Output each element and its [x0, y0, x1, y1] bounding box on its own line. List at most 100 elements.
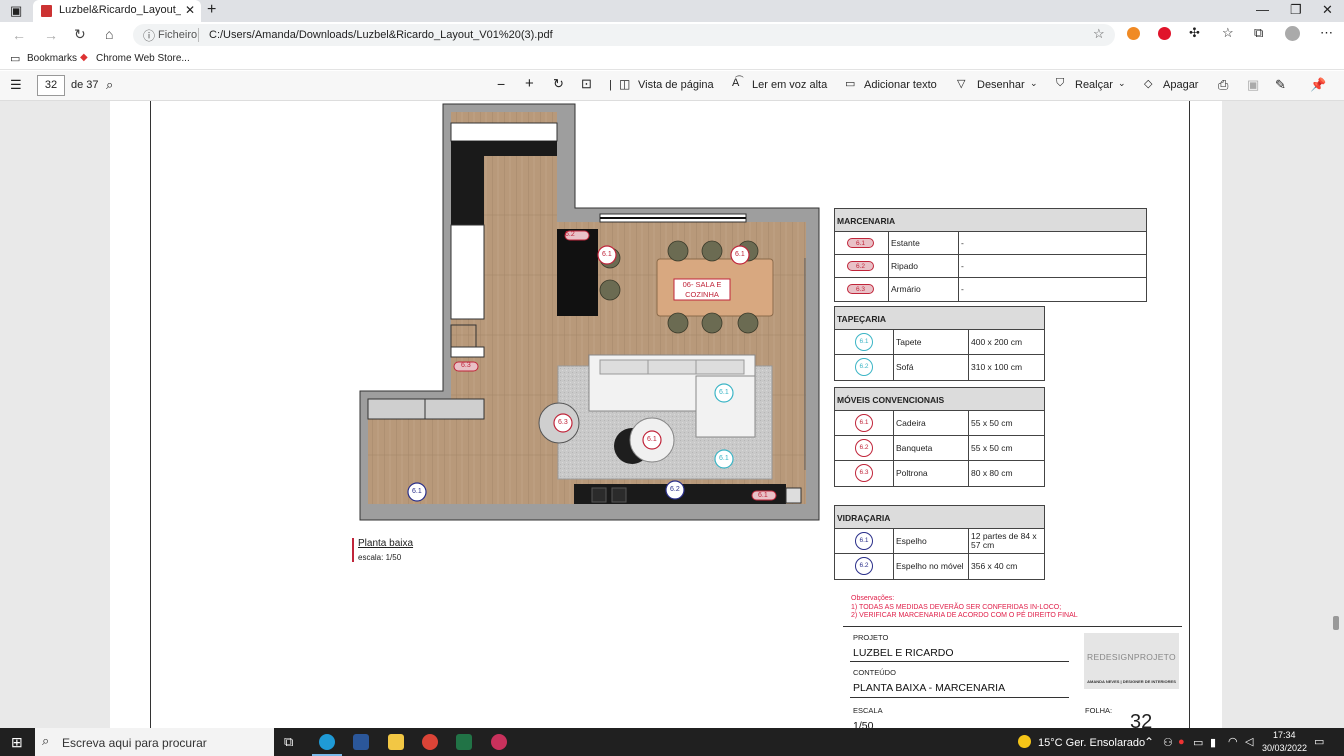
- url-text[interactable]: C:/Users/Amanda/Downloads/Luzbel&Ricardo…: [209, 29, 553, 41]
- cell-name: Ripado: [888, 255, 958, 277]
- profile-avatar[interactable]: [1285, 26, 1300, 41]
- page-frame-right: [1189, 101, 1190, 728]
- notifications-icon[interactable]: ▭: [1314, 735, 1324, 748]
- wifi-icon[interactable]: ◠: [1228, 735, 1238, 748]
- weather-text[interactable]: 15°C Ger. Ensolarado: [1038, 737, 1145, 749]
- save-as-icon[interactable]: ✎: [1275, 77, 1286, 93]
- volume-icon[interactable]: ◁: [1245, 735, 1253, 748]
- add-text-icon: ▭: [845, 78, 856, 90]
- tag-espelho-6-1: 6.1: [412, 488, 422, 495]
- highlight-chevron-icon[interactable]: ⌄: [1118, 78, 1126, 89]
- table-row: 6.3 Armário -: [835, 278, 1146, 301]
- title-rule: [850, 661, 1069, 662]
- tag-chair-6-1-a: 6.1: [602, 251, 612, 258]
- contents-list-icon[interactable]: ☰: [10, 77, 22, 93]
- zoom-in-icon[interactable]: +: [525, 75, 534, 92]
- draw-icon: ▽: [957, 78, 966, 90]
- new-tab-button[interactable]: +: [207, 1, 216, 19]
- battery-icon[interactable]: ▮: [1210, 736, 1216, 749]
- extension-orange-icon[interactable]: [1127, 27, 1140, 40]
- system-tray-chevron-icon[interactable]: ⌃: [1144, 735, 1154, 749]
- projeto-value: LUZBEL E RICARDO: [853, 647, 954, 659]
- floor-plan: [359, 103, 820, 521]
- collections-icon[interactable]: ⧉: [1254, 25, 1263, 41]
- maximize-icon[interactable]: ❐: [1290, 2, 1302, 18]
- print-icon[interactable]: ⎙: [1218, 77, 1228, 93]
- draw-chevron-icon[interactable]: ⌄: [1030, 78, 1038, 89]
- task-view-icon[interactable]: ⧉: [284, 734, 293, 750]
- cell-name: Espelho no móvel: [893, 554, 968, 579]
- tag-chair-6-1-b: 6.1: [735, 251, 745, 258]
- chrome-profile-icon[interactable]: [491, 734, 507, 750]
- address-toolbar: ← → ↻ ⌂ ⓘ Ficheiro C:/Users/Amanda/Downl…: [0, 22, 1344, 48]
- favorite-star-icon[interactable]: ☆: [1093, 26, 1105, 42]
- document-viewport[interactable]: 6.2 6.1 6.1 6.3 6.1 6.3 6.1 6.1 6.1 6.2 …: [0, 101, 1344, 728]
- minimize-icon[interactable]: —: [1256, 2, 1269, 17]
- display-icon[interactable]: ▭: [1193, 736, 1203, 749]
- table-tapecaria-title: TAPEÇARIA: [835, 307, 1044, 330]
- vertical-scrollbar-thumb[interactable]: [1333, 616, 1339, 630]
- page-view-button[interactable]: Vista de página: [638, 79, 714, 91]
- extensions-puzzle-icon[interactable]: ✣: [1189, 25, 1200, 41]
- room-label-line-1: 06- SALA E: [682, 280, 722, 289]
- reload-icon[interactable]: ↻: [74, 26, 86, 43]
- page-number-input[interactable]: 32: [37, 75, 65, 96]
- close-window-icon[interactable]: ✕: [1322, 2, 1333, 18]
- clock-time[interactable]: 17:34: [1273, 730, 1296, 740]
- page-frame-left: [150, 101, 151, 728]
- fit-page-icon[interactable]: ⊡: [581, 76, 592, 92]
- tag-tapete-6-1: 6.1: [719, 389, 729, 396]
- site-info-icon[interactable]: ⓘ: [143, 27, 155, 44]
- title-block-rule: [843, 626, 1182, 627]
- forward-icon[interactable]: →: [44, 27, 58, 43]
- cell-value: 80 x 80 cm: [968, 461, 1044, 486]
- chrome-icon[interactable]: [422, 734, 438, 750]
- table-row: 6.1 Estante -: [835, 232, 1146, 255]
- file-explorer-icon[interactable]: [388, 734, 404, 750]
- word-icon[interactable]: [353, 734, 369, 750]
- bookmark-bookmarks[interactable]: Bookmarks: [27, 53, 77, 64]
- search-icon: ⌕: [42, 733, 50, 748]
- close-tab-icon[interactable]: ✕: [185, 3, 195, 17]
- opera-extension-icon[interactable]: [1158, 27, 1171, 40]
- erase-button[interactable]: Apagar: [1163, 79, 1198, 91]
- cell-value: 310 x 100 cm: [968, 355, 1044, 380]
- excel-icon[interactable]: [456, 734, 472, 750]
- cell-value: 55 x 50 cm: [968, 411, 1044, 435]
- table-row: 6.1 Espelho 12 partes de 84 x 57 cm: [835, 529, 1044, 554]
- pdf-toolbar: ☰ 32 de 37 ⌕ − + ↻ ⊡ | ◫ Vista de página…: [0, 71, 1344, 101]
- windows-start-icon[interactable]: ⊞: [11, 734, 23, 751]
- highlight-button[interactable]: Realçar: [1075, 79, 1113, 91]
- plan-caption-scale: escala: 1/50: [358, 553, 402, 562]
- page-view-icon: ◫: [619, 77, 631, 91]
- zoom-out-icon[interactable]: −: [497, 76, 505, 92]
- address-field[interactable]: ⓘ Ficheiro C:/Users/Amanda/Downloads/Luz…: [133, 24, 1115, 46]
- tray-app-icon[interactable]: ●: [1178, 736, 1185, 748]
- add-text-button[interactable]: Adicionar texto: [864, 79, 937, 91]
- back-icon[interactable]: ←: [12, 27, 26, 43]
- pin-toolbar-icon[interactable]: 📌: [1310, 77, 1326, 93]
- home-icon[interactable]: ⌂: [105, 26, 113, 42]
- table-row: 6.2 Ripado -: [835, 255, 1146, 278]
- rotate-icon[interactable]: ↻: [553, 76, 564, 92]
- table-marcenaria-title: MARCENARIA: [835, 209, 1146, 232]
- draw-button[interactable]: Desenhar: [977, 79, 1025, 91]
- clock-date[interactable]: 30/03/2022: [1262, 743, 1307, 753]
- more-menu-icon[interactable]: ⋯: [1320, 25, 1333, 41]
- favorites-icon[interactable]: ☆: [1222, 25, 1234, 41]
- search-icon[interactable]: ⌕: [106, 77, 113, 93]
- cell-value: -: [958, 255, 1146, 277]
- people-icon[interactable]: ⚇: [1163, 736, 1173, 749]
- read-aloud-button[interactable]: Ler em voz alta: [752, 79, 827, 91]
- page-total: de 37: [71, 79, 99, 91]
- tab-pdf[interactable]: Luzbel&Ricardo_Layout_V01 (3).p ✕: [33, 0, 201, 22]
- conteudo-label: CONTEÚDO: [853, 668, 896, 677]
- save-icon[interactable]: ▣: [1247, 77, 1259, 93]
- table-row: 6.1 Cadeira 55 x 50 cm: [835, 411, 1044, 436]
- tag-estante-6-1: 6.1: [758, 492, 768, 499]
- tab-actions-icon[interactable]: ▣: [10, 3, 22, 19]
- taskbar-search[interactable]: ⌕ Escreva aqui para procurar: [35, 728, 274, 756]
- weather-sun-icon: [1018, 735, 1031, 748]
- table-vidracaria: VIDRAÇARIA 6.1 Espelho 12 partes de 84 x…: [834, 505, 1045, 580]
- bookmark-chrome-web-store[interactable]: Chrome Web Store...: [96, 53, 190, 64]
